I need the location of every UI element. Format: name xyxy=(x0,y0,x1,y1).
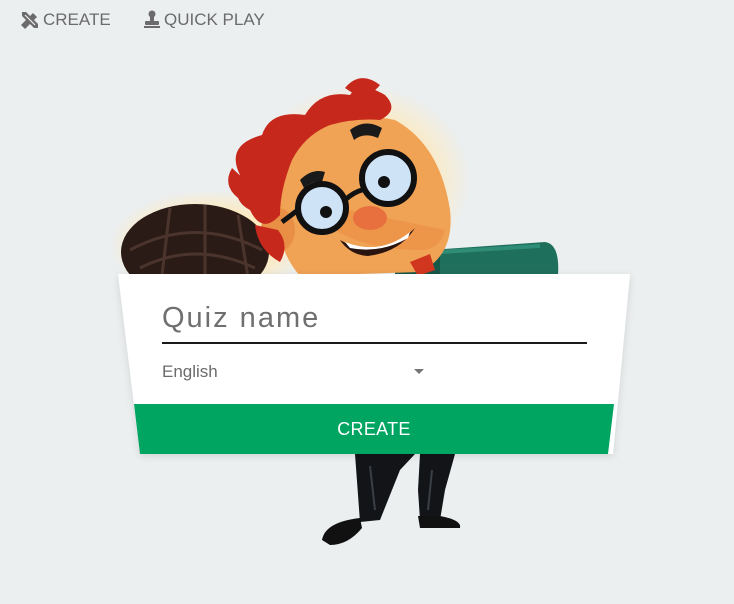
nav-create-label: CREATE xyxy=(43,10,111,29)
dropdown-arrow-icon xyxy=(414,369,424,374)
quiz-name-input[interactable] xyxy=(162,294,587,344)
nav-quick-play-link[interactable]: QUICK PLAY xyxy=(143,10,265,30)
language-select[interactable]: English xyxy=(162,358,424,386)
stamp-icon xyxy=(144,10,160,28)
nav-quick-play-label: QUICK PLAY xyxy=(164,10,265,29)
language-select-value: English xyxy=(162,362,218,381)
create-button-label: CREATE xyxy=(337,418,411,439)
create-quiz-button[interactable]: CREATE xyxy=(134,404,614,454)
nav-create-link[interactable]: CREATE xyxy=(20,10,111,30)
pencil-ruler-icon xyxy=(21,12,38,29)
